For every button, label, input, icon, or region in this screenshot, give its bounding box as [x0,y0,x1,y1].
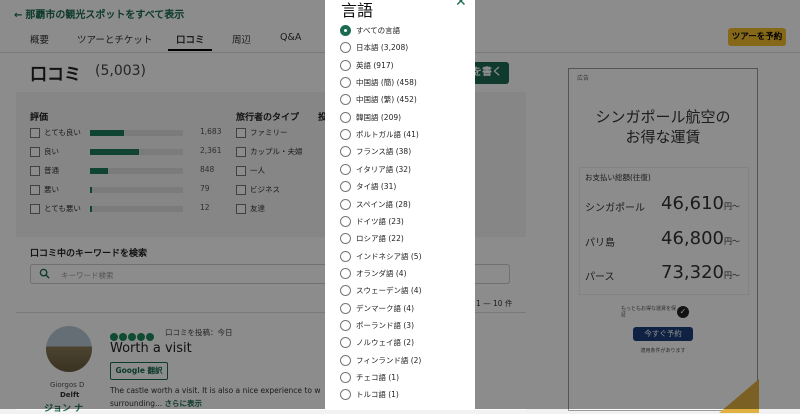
language-option[interactable]: スペイン語 (28) [340,198,470,212]
language-modal: 言語 ✕ すべての言語 日本語 (3,208) 英語 (917) 中国語 (簡) (4… [325,0,475,409]
language-option-label: オランダ語 (4) [356,268,407,278]
radio-button[interactable] [340,146,351,158]
language-option-label: チェコ語 (1) [356,373,400,382]
radio-button[interactable] [340,233,351,245]
language-option[interactable]: トルコ語 (1) [340,388,470,402]
language-option-label: スウェーデン語 (4) [356,286,422,296]
close-icon[interactable]: ✕ [455,0,467,10]
language-option-label: イタリア語 (32) [356,164,411,174]
language-option-label: インドネシア語 (5) [356,251,422,261]
radio-button[interactable] [340,42,351,54]
radio-button[interactable] [340,111,351,123]
radio-button[interactable] [340,163,351,175]
radio-button[interactable] [340,59,351,71]
radio-button[interactable] [340,267,351,279]
language-option[interactable]: チェコ語 (1) [340,371,470,385]
radio-button[interactable] [340,337,351,349]
language-option[interactable]: インドネシア語 (5) [340,250,470,264]
language-option[interactable]: すべての言語 [340,24,470,38]
radio-button[interactable] [340,25,351,36]
language-option[interactable]: 中国語 (繁) (452) [340,93,470,107]
language-option[interactable]: デンマーク語 (4) [340,302,470,316]
language-option[interactable]: イタリア語 (32) [340,163,470,177]
radio-button[interactable] [340,129,351,141]
language-option[interactable]: ノルウェイ語 (2) [340,336,470,350]
radio-button[interactable] [340,285,351,297]
language-option[interactable]: ポルトガル語 (41) [340,128,470,142]
language-option[interactable]: 英語 (917) [340,59,470,73]
language-option-label: 中国語 (繁) (452) [356,95,417,105]
radio-button[interactable] [340,77,351,89]
language-option[interactable]: オランダ語 (4) [340,267,470,281]
language-option-label: スペイン語 (28) [356,199,411,209]
language-option-label: フランス語 (38) [356,147,412,157]
language-option[interactable]: ポーランド語 (3) [340,319,470,333]
language-option-label: タイ語 (31) [356,182,397,192]
language-option-label: デンマーク語 (4) [356,303,415,313]
radio-button[interactable] [340,250,351,262]
language-option-label: ノルウェイ語 (2) [356,338,415,348]
radio-button[interactable] [340,302,351,314]
language-option[interactable]: 日本語 (3,208) [340,41,470,55]
language-option-label: すべての言語 [356,26,401,35]
radio-button[interactable] [340,94,351,106]
radio-button[interactable] [340,372,351,383]
language-option[interactable]: 中国語 (簡) (458) [340,76,470,90]
language-option-label: 中国語 (簡) (458) [356,78,417,88]
language-option-label: 韓国語 (209) [356,112,402,122]
radio-button[interactable] [340,181,351,193]
language-option[interactable]: スウェーデン語 (4) [340,284,470,298]
language-option-label: トルコ語 (1) [356,390,399,400]
language-option[interactable]: ロシア語 (22) [340,232,470,246]
language-option-label: ポーランド語 (3) [356,320,415,330]
language-option-label: フィンランド語 (2) [356,355,422,365]
modal-title: 言語 [341,1,374,20]
language-option[interactable]: タイ語 (31) [340,180,470,194]
language-option[interactable]: ドイツ語 (23) [340,215,470,229]
language-option[interactable]: フィンランド語 (2) [340,354,470,368]
language-option[interactable]: 韓国語 (209) [340,111,470,125]
language-option-label: 英語 (917) [356,60,394,70]
radio-button[interactable] [340,215,351,227]
radio-button[interactable] [340,354,351,366]
language-option-label: ロシア語 (22) [356,234,404,244]
language-option-label: ドイツ語 (23) [356,216,404,226]
language-option-label: ポルトガル語 (41) [356,130,419,140]
radio-button[interactable] [340,389,351,401]
language-option-label: 日本語 (3,208) [356,43,409,53]
radio-button[interactable] [340,319,351,331]
radio-button[interactable] [340,198,351,210]
language-option[interactable]: フランス語 (38) [340,145,470,159]
